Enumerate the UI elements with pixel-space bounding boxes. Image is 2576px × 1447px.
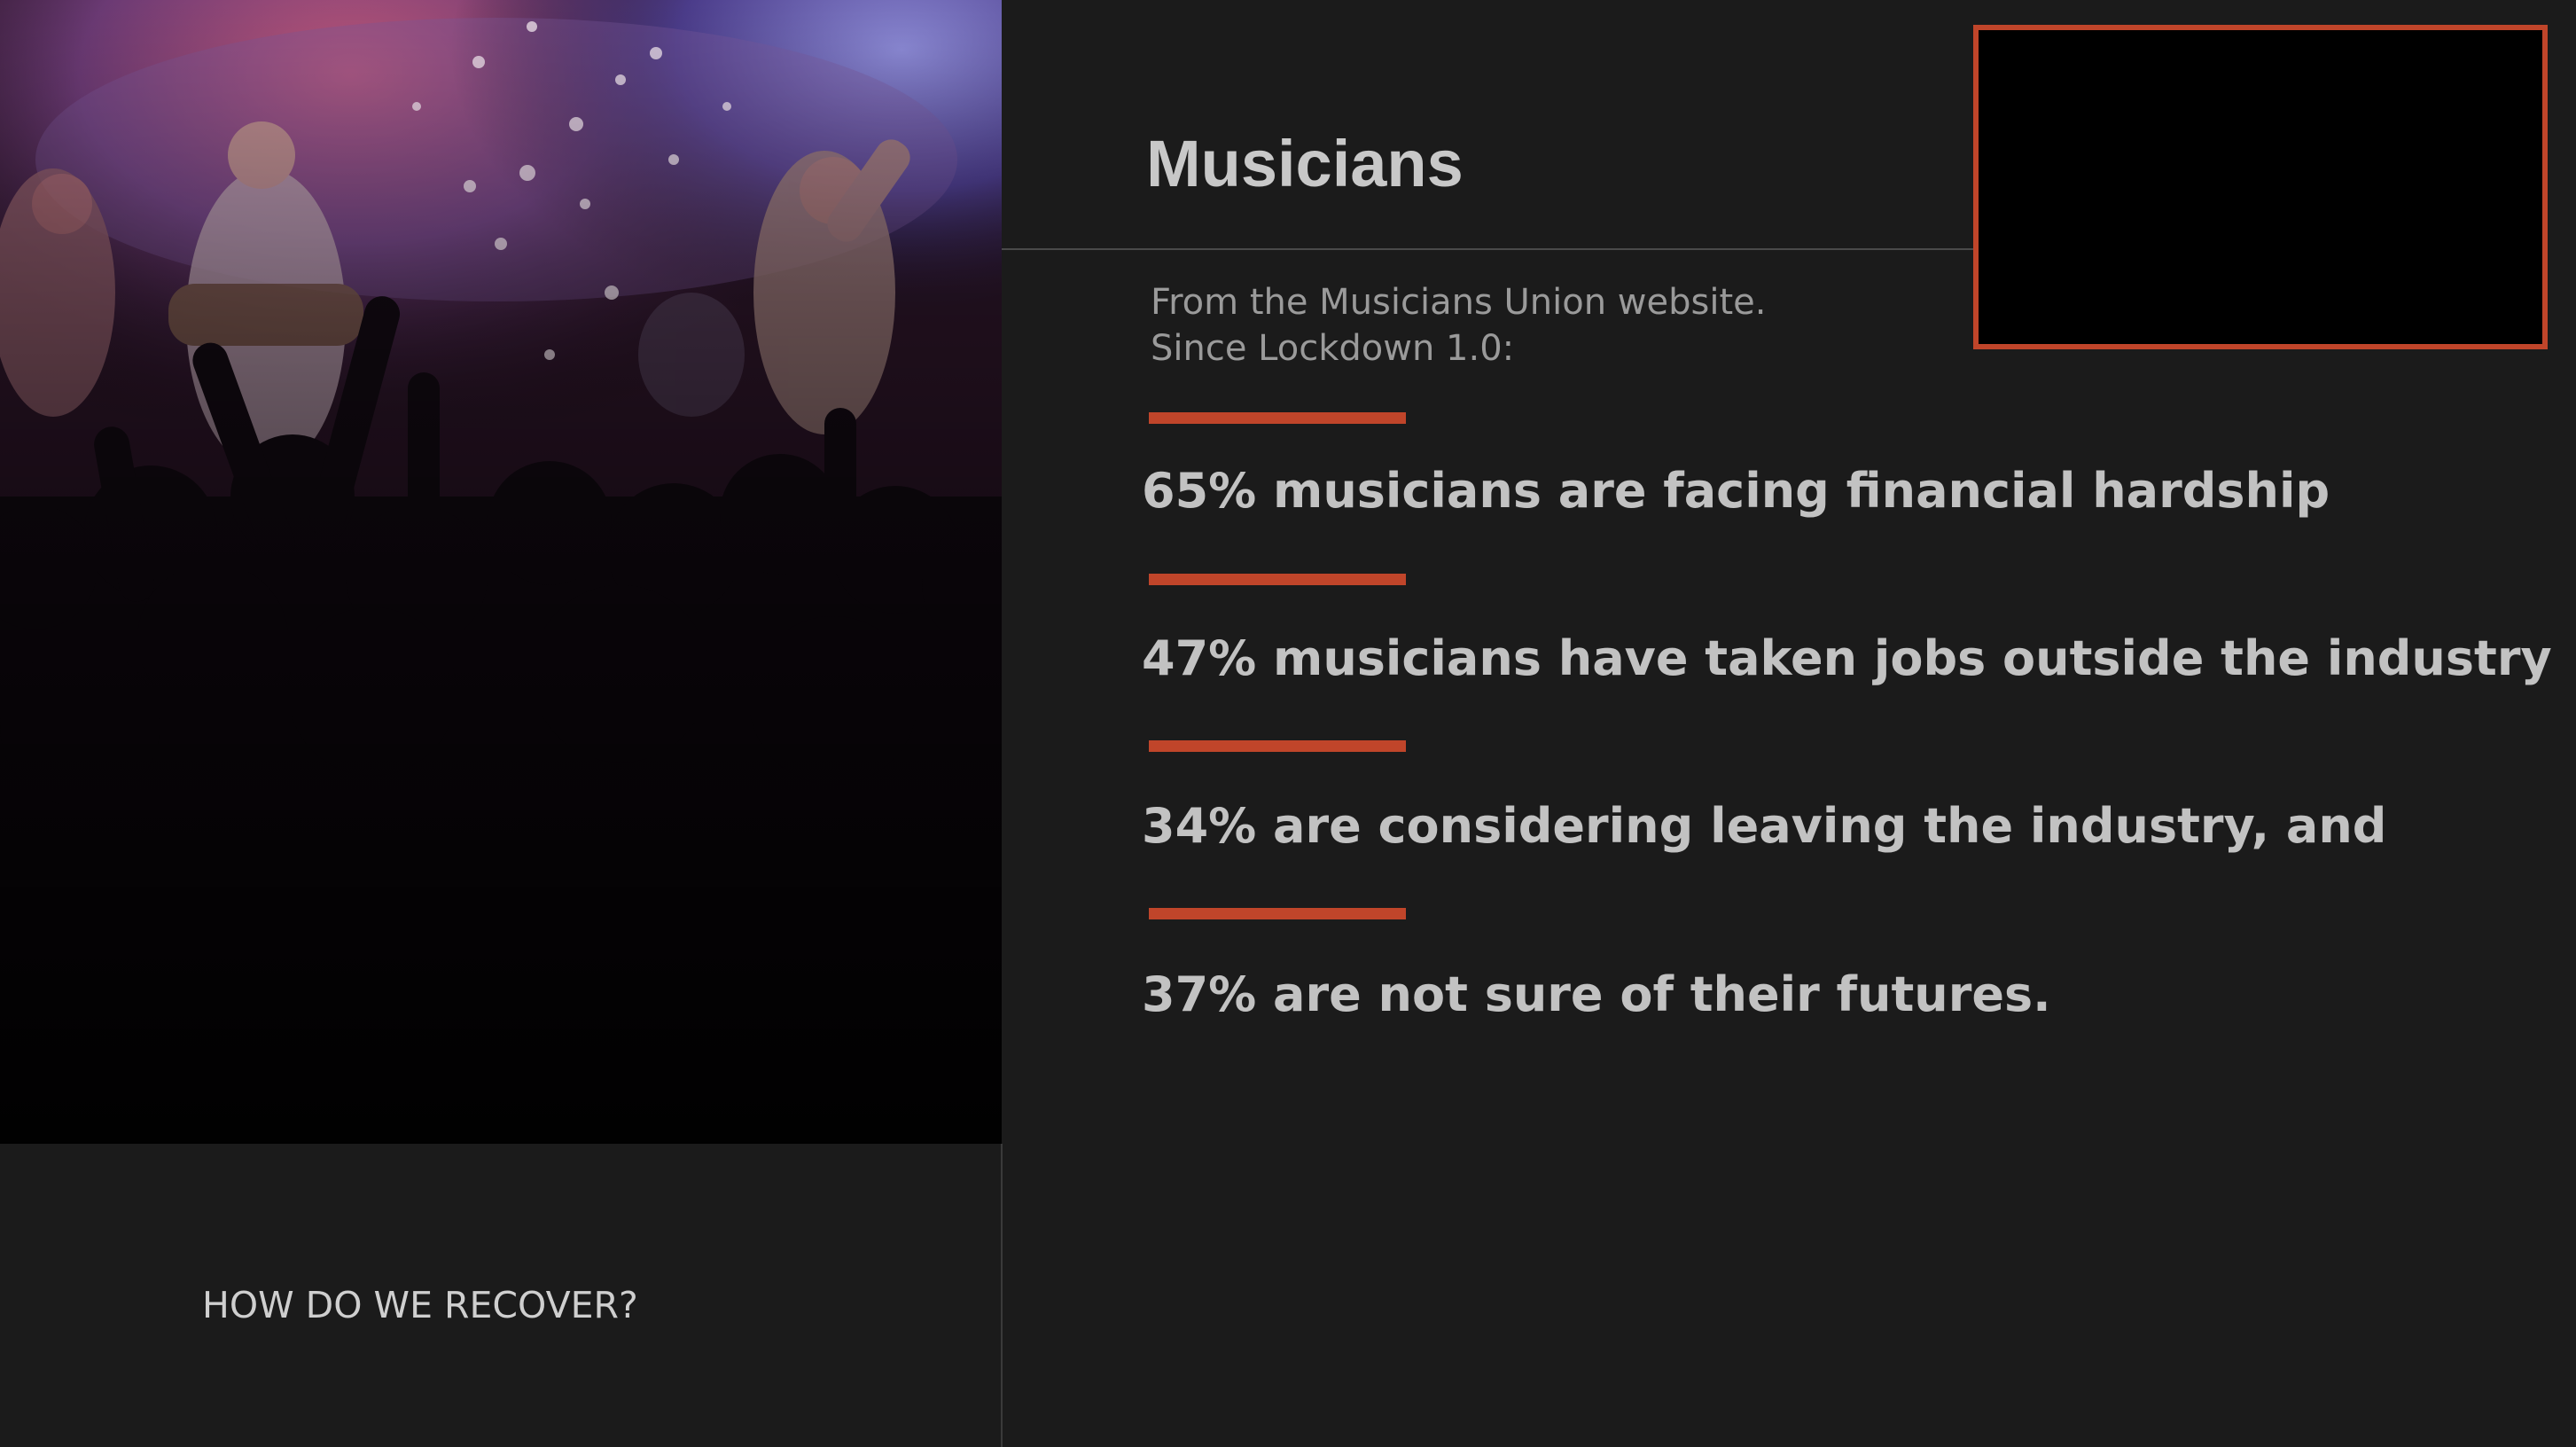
stat-item: 65% musicians are facing financial hards…	[1142, 463, 2330, 519]
slide: HOW DO WE RECOVER? Musicians From the Mu…	[0, 0, 2576, 1447]
source-note: From the Musicians Union website. Since …	[1151, 279, 1766, 372]
title-divider	[1002, 248, 1973, 250]
accent-bar	[1149, 412, 1406, 424]
source-note-line: Since Lockdown 1.0:	[1151, 328, 1515, 369]
embedded-video-placeholder[interactable]	[1973, 25, 2548, 349]
stat-item: 47% musicians have taken jobs outside th…	[1142, 630, 2552, 686]
stat-item: 34% are considering leaving the industry…	[1142, 798, 2387, 854]
accent-bar	[1149, 740, 1406, 752]
slide-title: Musicians	[1146, 127, 1464, 200]
vertical-divider	[1001, 1144, 1003, 1447]
source-note-line: From the Musicians Union website.	[1151, 282, 1767, 323]
footer-text: HOW DO WE RECOVER?	[202, 1284, 638, 1326]
accent-bar	[1149, 574, 1406, 585]
accent-bar	[1149, 908, 1406, 919]
stat-item: 37% are not sure of their futures.	[1142, 966, 2051, 1022]
concert-crowd-photo	[0, 0, 1002, 1144]
